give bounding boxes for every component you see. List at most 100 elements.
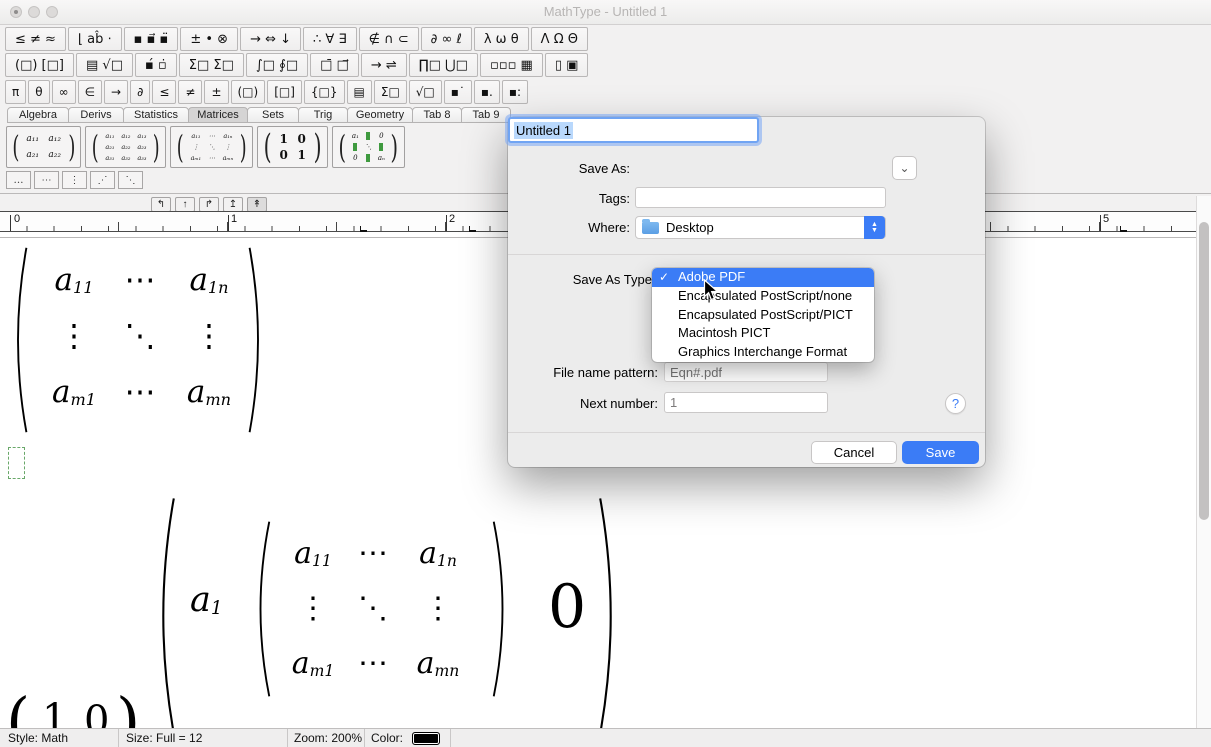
- tab-8[interactable]: Tab 8: [412, 107, 462, 123]
- tags-input[interactable]: [635, 187, 886, 208]
- fraction-radical-templates-button[interactable]: ▤ √□: [76, 53, 133, 77]
- logic-symbols-button[interactable]: ∴ ∀ ∃: [303, 27, 357, 51]
- menu-item-eps-none[interactable]: Encapsulated PostScript/none: [652, 287, 874, 306]
- tab-derivs[interactable]: Derivs: [68, 107, 124, 123]
- save-dialog: Save As: Untitled 1 ⌄ Tags: Where: Deskt…: [508, 117, 985, 467]
- greek-lowercase-button[interactable]: λ ω θ: [474, 27, 529, 51]
- identity-matrix-template-button[interactable]: ( 10 01 ): [257, 126, 328, 168]
- matrix-mxn-dots-template-button[interactable]: ( a₁₁⋯a₁ₙ ⋮⋱⋮ aₘ₁⋯aₘₙ ): [170, 126, 253, 168]
- summation-templates-button[interactable]: Σ□ Σ□: [179, 53, 244, 77]
- matrix-2x2-template-button[interactable]: ( a₁₁a₁₂ a₂₁a₂₂ ): [6, 126, 81, 168]
- status-size[interactable]: Size: Full = 12: [126, 731, 202, 745]
- center-ellipsis-button[interactable]: ⋯: [34, 171, 59, 189]
- partial-zero: 0: [84, 698, 109, 728]
- green-placeholder: [353, 143, 357, 151]
- save-as-type-menu: ✓ Adobe PDF Encapsulated PostScript/none…: [652, 268, 874, 362]
- misc-symbols-button[interactable]: ∂ ∞ ℓ: [421, 27, 472, 51]
- tab-equal-button[interactable]: ↥: [223, 197, 243, 212]
- color-swatch[interactable]: [412, 732, 440, 745]
- relational-symbols-button[interactable]: ≤ ≠ ≈: [5, 27, 66, 51]
- operator-symbols-button[interactable]: ± • ⊗: [180, 27, 238, 51]
- matrices-palette: ( a₁₁a₁₂ a₂₁a₂₂ ) ( a₁₁a₁₂a₁₃ a₂₁a₂₂a₂₃ …: [0, 123, 560, 193]
- fence-templates-button[interactable]: (□) [□]: [5, 53, 74, 77]
- right-arrow-button[interactable]: →: [104, 80, 128, 104]
- empty-slot-placeholder[interactable]: [8, 447, 25, 479]
- embellishments-button[interactable]: ⌊ ab̂ ⋅: [68, 27, 122, 51]
- ruler-mark-2: 2: [449, 213, 455, 225]
- paren-template-button[interactable]: (□): [231, 80, 266, 104]
- partial-right-paren: ): [116, 684, 140, 728]
- subscript-button[interactable]: ▪.: [474, 80, 500, 104]
- file-name-pattern-input[interactable]: [664, 362, 828, 382]
- partial-button[interactable]: ∂: [130, 80, 150, 104]
- tab-center-button[interactable]: ↑: [175, 197, 195, 212]
- matrix-eq2: a11 ⋯ a1n ⋮ ⋱ ⋮ am1 ⋯ amn: [282, 526, 474, 691]
- brace-template-button[interactable]: {□}: [304, 80, 345, 104]
- arrow-templates-button[interactable]: → ⇌: [361, 53, 407, 77]
- expand-dialog-button[interactable]: ⌄: [892, 156, 917, 180]
- menu-item-macintosh-pict[interactable]: Macintosh PICT: [652, 324, 874, 343]
- scrollbar-thumb[interactable]: [1199, 222, 1209, 520]
- next-number-input[interactable]: [664, 392, 828, 413]
- menu-item-adobe-pdf[interactable]: ✓ Adobe PDF: [652, 268, 874, 287]
- theta-button[interactable]: θ: [28, 80, 49, 104]
- less-equal-button[interactable]: ≤: [152, 80, 176, 104]
- box-templates-button[interactable]: ▯ ▣: [545, 53, 589, 77]
- ruler-mark-1: 1: [231, 213, 237, 225]
- sqrt-template-button[interactable]: √□: [409, 80, 442, 104]
- tab-geometry[interactable]: Geometry: [347, 107, 413, 123]
- tab-sets[interactable]: Sets: [247, 107, 299, 123]
- superscript-button[interactable]: ▪˙: [444, 80, 472, 104]
- low-ellipsis-button[interactable]: …: [6, 171, 31, 189]
- greek-uppercase-button[interactable]: Λ Ω Θ: [531, 27, 588, 51]
- set-theory-symbols-button[interactable]: ∉ ∩ ⊂: [359, 27, 419, 51]
- checkmark-icon: ✓: [659, 268, 669, 287]
- tab-9[interactable]: Tab 9: [461, 107, 511, 123]
- where-value: Desktop: [666, 220, 714, 235]
- inner-left-paren: [248, 518, 273, 700]
- folder-icon: [642, 222, 659, 234]
- help-button[interactable]: ?: [945, 393, 966, 414]
- status-zoom[interactable]: Zoom: 200%: [294, 731, 362, 745]
- window-title: MathType - Untitled 1: [0, 4, 1211, 19]
- tab-right-button[interactable]: ↱: [199, 197, 219, 212]
- plus-minus-button[interactable]: ±: [204, 80, 228, 104]
- vertical-ellipsis-button[interactable]: ⋮: [62, 171, 87, 189]
- tab-algebra[interactable]: Algebra: [7, 107, 69, 123]
- selected-filename-text: Untitled 1: [514, 122, 573, 139]
- where-popup[interactable]: Desktop ▲ ▼: [635, 216, 886, 239]
- vertical-scrollbar[interactable]: [1196, 196, 1211, 728]
- pi-button[interactable]: π: [5, 80, 26, 104]
- not-equal-button[interactable]: ≠: [178, 80, 202, 104]
- subscript-superscript-templates-button[interactable]: ▪́ ▫̇: [135, 53, 177, 77]
- sub-superscript-button[interactable]: ▪:: [502, 80, 528, 104]
- sum-template-button[interactable]: Σ□: [374, 80, 407, 104]
- down-diagonal-ellipsis-button[interactable]: ⋱: [118, 171, 143, 189]
- status-style[interactable]: Style: Math: [8, 731, 68, 745]
- overbar-templates-button[interactable]: □̄ □⃗: [310, 53, 359, 77]
- save-as-label: Save As:: [538, 161, 630, 176]
- save-button[interactable]: Save: [902, 441, 979, 464]
- infinity-button[interactable]: ∞: [52, 80, 76, 104]
- up-diagonal-ellipsis-button[interactable]: ⋰: [90, 171, 115, 189]
- spacing-symbols-button[interactable]: ▪ ▪⃗ ▪̈: [124, 27, 179, 51]
- bracket-template-button[interactable]: [□]: [267, 80, 302, 104]
- diagonal-matrix-template-button[interactable]: ( a₁0 ⋱ 0aₙ ): [332, 126, 405, 168]
- tab-decimal-button[interactable]: ↟: [247, 197, 267, 212]
- tab-trig[interactable]: Trig: [298, 107, 348, 123]
- tab-statistics[interactable]: Statistics: [123, 107, 189, 123]
- cancel-button[interactable]: Cancel: [811, 441, 897, 464]
- product-union-templates-button[interactable]: ∏□ ⋃□: [409, 53, 478, 77]
- menu-item-gif[interactable]: Graphics Interchange Format: [652, 343, 874, 362]
- matrix-templates-button[interactable]: ▫▫▫ ▦: [480, 53, 543, 77]
- arrow-symbols-button[interactable]: → ⇔ ↓: [240, 27, 301, 51]
- save-as-input[interactable]: Untitled 1: [508, 117, 759, 143]
- tab-left-button[interactable]: ↰: [151, 197, 171, 212]
- integral-templates-button[interactable]: ∫□ ∮□: [246, 53, 308, 77]
- tab-matrices[interactable]: Matrices: [188, 107, 248, 123]
- menu-item-eps-pict[interactable]: Encapsulated PostScript/PICT: [652, 306, 874, 325]
- matrix-3x3-template-button[interactable]: ( a₁₁a₁₂a₁₃ a₂₁a₂₂a₂₃ a₃₁a₃₂a₃₃ ): [85, 126, 166, 168]
- palette-tab-strip: Algebra Derivs Statistics Matrices Sets …: [8, 107, 511, 123]
- fraction-template-button[interactable]: ▤: [347, 80, 372, 104]
- element-of-button[interactable]: ∈: [78, 80, 102, 104]
